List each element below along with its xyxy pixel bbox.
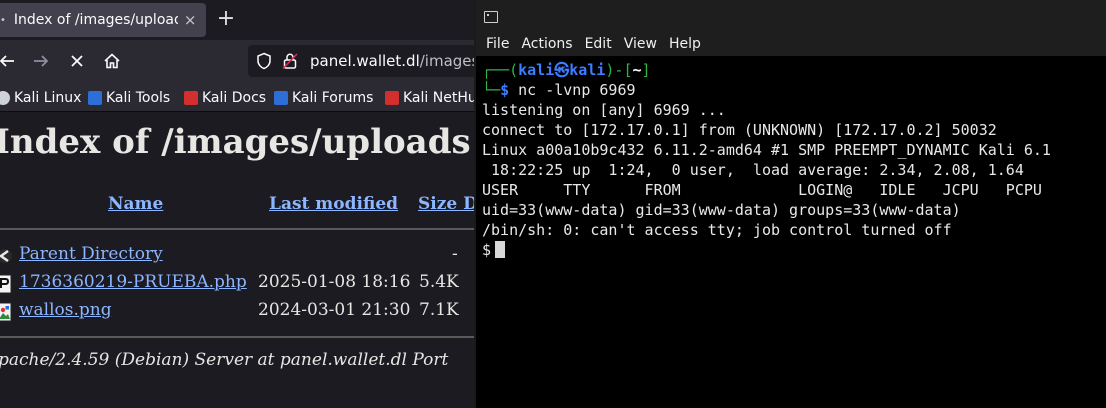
prompt-host: kali xyxy=(569,61,606,79)
column-header-name[interactable]: Name xyxy=(108,194,163,214)
divider xyxy=(0,336,474,338)
stop-icon[interactable] xyxy=(64,48,90,74)
back-icon[interactable] xyxy=(0,48,20,74)
page-title: Index of /images/uploads xyxy=(0,122,471,162)
browser-window: • Index of /images/uploads × + panel.wal… xyxy=(0,0,474,408)
bookmark-kali-nethunter[interactable]: Kali NetHu xyxy=(385,88,474,108)
page-content: Index of /images/uploads Name Last modif… xyxy=(0,112,474,408)
url-path: /images/ xyxy=(419,52,474,70)
bookmark-label: Kali Linux xyxy=(14,90,82,106)
menu-edit[interactable]: Edit xyxy=(585,32,612,56)
terminal-app-icon[interactable] xyxy=(484,11,498,23)
tab-strip: • Index of /images/uploads × + xyxy=(0,0,474,40)
kali-docs-icon xyxy=(184,91,198,105)
file-size: 5.4K xyxy=(419,272,459,292)
prompt-user: kali xyxy=(518,61,555,79)
tab-indicator-icon: • xyxy=(0,14,6,26)
tab-active[interactable]: • Index of /images/uploads × xyxy=(0,3,206,37)
prompt-dir: ~ xyxy=(632,61,642,79)
output-line: 18:22:25 up 1:24, 0 user, load average: … xyxy=(482,161,1024,179)
terminal-menubar: File Actions Edit View Help xyxy=(476,32,1106,56)
server-signature: pache/2.4.59 (Debian) Server at panel.wa… xyxy=(0,350,449,370)
forward-icon[interactable] xyxy=(28,48,54,74)
tab-title: Index of /images/uploads xyxy=(13,12,178,28)
url-bar[interactable]: panel.wallet.dl/images/ xyxy=(248,45,474,77)
terminal-output[interactable]: ┌──(kali㉿kali)-[~] └─$ nc -lvnp 6969 lis… xyxy=(476,56,1106,408)
terminal-window: File Actions Edit View Help ┌──(kali㉿kal… xyxy=(474,0,1106,408)
output-line: listening on [any] 6969 ... xyxy=(482,101,726,119)
image-file-icon xyxy=(0,302,14,322)
file-date: 2024-03-01 21:30 xyxy=(258,300,411,320)
bookmark-label: Kali Docs xyxy=(202,90,267,106)
bookmark-label: Kali Tools xyxy=(106,90,171,106)
list-item: wallos.png 2024-03-01 21:30 7.1K xyxy=(0,300,474,324)
navigation-toolbar: panel.wallet.dl/images/ xyxy=(0,40,474,84)
column-header-size[interactable]: Size D xyxy=(418,194,474,214)
prompt-dollar: $ xyxy=(500,81,510,99)
insecure-lock-icon[interactable] xyxy=(282,52,298,74)
bookmark-kali-tools[interactable]: Kali Tools xyxy=(88,88,170,108)
file-size: - xyxy=(452,244,458,264)
output-line: Linux a00a10b9c432 6.11.2-amd64 #1 SMP P… xyxy=(482,141,1051,159)
back-icon xyxy=(0,246,14,266)
bookmark-kali-linux[interactable]: Kali Linux xyxy=(0,88,81,108)
bookmark-kali-docs[interactable]: Kali Docs xyxy=(184,88,266,108)
kali-nethunter-icon xyxy=(385,91,399,105)
shell-prompt: $ xyxy=(482,241,492,259)
file-link[interactable]: wallos.png xyxy=(19,300,112,320)
output-line: /bin/sh: 0: can't access tty; job contro… xyxy=(482,221,952,239)
menu-help[interactable]: Help xyxy=(669,32,701,56)
shell-prompt-line[interactable]: $ xyxy=(482,240,506,260)
prompt-line-1: ┌──(kali㉿kali)-[~] xyxy=(482,61,651,79)
bookmarks-toolbar: Kali Linux Kali Tools Kali Docs Kali For… xyxy=(0,84,474,112)
list-item: 1736360219-PRUEBA.php 2025-01-08 18:16 5… xyxy=(0,272,474,296)
file-link[interactable]: 1736360219-PRUEBA.php xyxy=(19,272,247,292)
column-header-last-modified[interactable]: Last modified xyxy=(269,194,398,214)
output-line: USER TTY FROM LOGIN@ IDLE JCPU PCPU xyxy=(482,181,1042,199)
menu-view[interactable]: View xyxy=(624,32,657,56)
command-text: nc -lvnp 6969 xyxy=(518,81,636,99)
shield-icon[interactable] xyxy=(256,52,272,74)
url-host: panel.wallet.dl xyxy=(310,52,420,70)
list-item: Parent Directory - xyxy=(0,244,474,268)
prompt-line-2: └─$ nc -lvnp 6969 xyxy=(482,81,636,99)
menu-actions[interactable]: Actions xyxy=(521,32,572,56)
bookmark-label: Kali NetHu xyxy=(403,90,474,106)
prompt-at-symbol: ㉿ xyxy=(554,61,570,79)
output-line: uid=33(www-data) gid=33(www-data) groups… xyxy=(482,201,961,219)
kali-forums-icon xyxy=(274,91,288,105)
bookmark-kali-forums[interactable]: Kali Forums xyxy=(274,88,373,108)
text-cursor xyxy=(495,241,506,258)
file-size: 7.1K xyxy=(419,300,459,320)
output-line: connect to [172.17.0.1] from (UNKNOWN) [… xyxy=(482,121,997,139)
home-icon[interactable] xyxy=(99,48,125,74)
divider xyxy=(0,228,474,230)
kali-dragon-icon xyxy=(0,91,10,105)
bookmark-label: Kali Forums xyxy=(292,90,374,106)
url-text: panel.wallet.dl/images/ xyxy=(310,52,474,70)
php-file-icon xyxy=(0,274,14,294)
kali-tools-icon xyxy=(88,91,102,105)
parent-directory-link[interactable]: Parent Directory xyxy=(19,244,163,264)
menu-file[interactable]: File xyxy=(486,32,509,56)
close-icon[interactable]: × xyxy=(184,11,197,29)
terminal-titlebar xyxy=(476,0,1106,32)
file-date: 2025-01-08 18:16 xyxy=(258,272,411,292)
new-tab-icon[interactable]: + xyxy=(215,6,237,32)
